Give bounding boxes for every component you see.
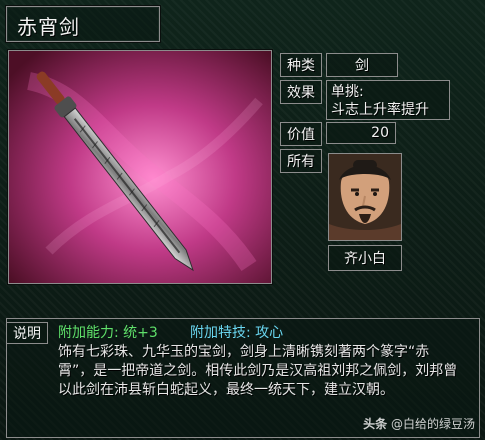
owner-avatar xyxy=(328,153,402,241)
item-title: 赤宵剑 xyxy=(17,15,80,39)
value-number: 20 xyxy=(326,122,396,144)
ability-label: 附加能力: xyxy=(58,325,119,341)
effect-line-1: 单挑: xyxy=(331,84,364,100)
sword-image xyxy=(9,51,271,283)
type-label: 种类 xyxy=(280,53,322,77)
item-image xyxy=(8,50,272,284)
watermark: 头条 @白给的绿豆汤 xyxy=(363,415,475,432)
effect-label: 效果 xyxy=(280,80,322,104)
watermark-handle: @白给的绿豆汤 xyxy=(390,417,475,431)
ability-line: 附加能力: 统+3 xyxy=(58,322,158,342)
effect-value: 单挑: 斗志上升率提升 xyxy=(326,80,450,120)
special-line: 附加特技: 攻心 xyxy=(190,322,283,342)
owner-label: 所有 xyxy=(280,149,322,173)
type-value: 剑 xyxy=(326,53,398,77)
owner-name: 齐小白 xyxy=(328,245,402,271)
title-panel: 赤宵剑 xyxy=(6,6,160,42)
value-label: 价值 xyxy=(280,122,322,146)
description-label: 说明 xyxy=(6,322,48,344)
ability-value: 统+3 xyxy=(123,325,158,341)
special-label: 附加特技: xyxy=(190,325,251,341)
effect-line-2: 斗志上升率提升 xyxy=(331,102,429,118)
portrait-image xyxy=(329,154,401,240)
watermark-brand: 头条 xyxy=(363,417,388,431)
description-text: 饰有七彩珠、九华玉的宝剑，剑身上清晰镌刻著两个篆字“赤霄”，是一把帝道之剑。相传… xyxy=(58,344,458,398)
special-value: 攻心 xyxy=(255,325,284,341)
